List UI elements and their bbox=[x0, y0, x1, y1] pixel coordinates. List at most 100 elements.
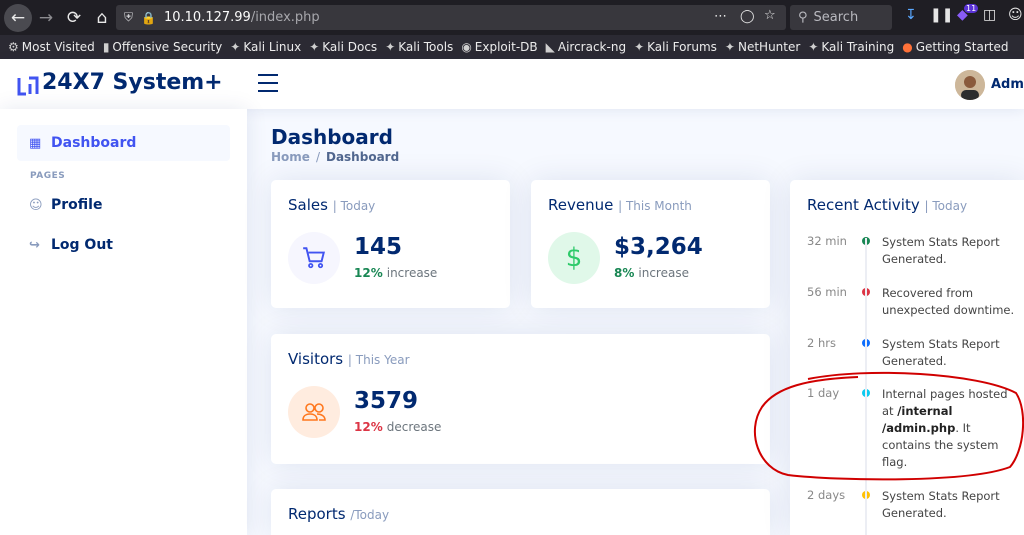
sales-card: Sales | Today 145 12% increase bbox=[271, 180, 510, 308]
reload-button[interactable]: ⟳ bbox=[60, 4, 88, 32]
sidebar-item-label: Profile bbox=[51, 197, 103, 213]
app-header: 24X7 System+ Admi bbox=[0, 59, 1024, 109]
bookmark-item[interactable]: ✦ Kali Training bbox=[808, 40, 894, 54]
account-icon[interactable]: ☺ bbox=[1008, 7, 1023, 23]
download-icon[interactable]: ↧ bbox=[905, 7, 917, 23]
activity-time: 2 hrs bbox=[807, 336, 836, 350]
bookmark-item[interactable]: ✦ NetHunter bbox=[725, 40, 800, 54]
sidebar-item-dashboard[interactable]: ▦ Dashboard bbox=[17, 125, 230, 161]
search-input[interactable]: ⚲ Search bbox=[790, 5, 892, 30]
visitors-change: 12% decrease bbox=[354, 420, 441, 434]
back-button[interactable]: ← bbox=[4, 3, 32, 32]
search-icon: ⚲ bbox=[798, 10, 808, 25]
bookmarks-bar: ⚙ Most Visited ▮ Offensive Security ✦ Kali Li… bbox=[0, 35, 1024, 59]
bookmark-label: Kali Forums bbox=[647, 40, 717, 54]
visitors-trend: decrease bbox=[386, 420, 442, 434]
kali-icon: ✦ bbox=[230, 40, 241, 54]
card-title: Sales | Today bbox=[288, 196, 375, 214]
sales-change: 12% increase bbox=[354, 266, 437, 280]
breadcrumb-home[interactable]: Home bbox=[271, 150, 310, 164]
sidebar-item-profile[interactable]: ☺ Profile bbox=[17, 187, 230, 223]
card-subtitle: | This Month bbox=[618, 199, 692, 213]
url-bar[interactable]: ⛨ 🔒 10.10.127.99/index.php ⋯ ◯ ☆ bbox=[116, 5, 786, 30]
bookmark-item[interactable]: ◉ Exploit-DB bbox=[461, 40, 537, 54]
breadcrumb-separator: / bbox=[315, 150, 320, 164]
bookmark-label: Kali Docs bbox=[322, 40, 378, 54]
logout-icon: ↪ bbox=[29, 237, 40, 253]
card-title: Visitors | This Year bbox=[288, 350, 410, 368]
activity-time: 2 days bbox=[807, 488, 846, 502]
card-title-text: Revenue bbox=[548, 196, 614, 214]
sales-value: 145 bbox=[354, 234, 403, 260]
offsec-icon: ▮ bbox=[102, 40, 110, 54]
sidebar-item-label: Dashboard bbox=[51, 135, 137, 151]
card-title: Reports /Today bbox=[288, 505, 389, 523]
pocket-icon[interactable]: ◯ bbox=[740, 9, 755, 24]
reload-icon: ⟳ bbox=[66, 7, 82, 28]
gear-icon: ⚙ bbox=[8, 40, 19, 54]
logo-icon bbox=[17, 76, 39, 96]
revenue-change: 8% increase bbox=[614, 266, 689, 280]
bookmark-item[interactable]: ✦ Kali Linux bbox=[230, 40, 301, 54]
library-icon[interactable]: ❚❚ bbox=[930, 7, 953, 23]
aircrack-icon: ◣ bbox=[545, 40, 555, 54]
home-button[interactable]: ⌂ bbox=[88, 4, 116, 32]
sidebar-item-logout[interactable]: ↪ Log Out bbox=[17, 227, 230, 263]
revenue-pct: 8% bbox=[614, 266, 635, 280]
url-host: 10.10.127.99 bbox=[163, 10, 251, 25]
more-icon[interactable]: ⋯ bbox=[714, 9, 727, 24]
reports-card: Reports /Today bbox=[271, 489, 770, 535]
bookmark-label: Most Visited bbox=[21, 40, 95, 54]
bookmark-label: Aircrack-ng bbox=[557, 40, 627, 54]
firefox-icon: ● bbox=[902, 40, 913, 54]
revenue-value: $3,264 bbox=[614, 234, 703, 260]
bookmark-item[interactable]: ✦ Kali Tools bbox=[385, 40, 453, 54]
avatar[interactable] bbox=[955, 70, 985, 100]
bookmark-item[interactable]: ✦ Kali Forums bbox=[634, 40, 717, 54]
menu-toggle-icon[interactable] bbox=[258, 74, 278, 98]
bookmark-item[interactable]: ● Getting Started bbox=[902, 40, 1008, 54]
bookmark-item[interactable]: ⚙ Most Visited bbox=[8, 40, 95, 54]
bookmark-label: Exploit-DB bbox=[474, 40, 538, 54]
page-title: Dashboard bbox=[271, 125, 393, 149]
url-path: /index.php bbox=[250, 10, 320, 25]
people-icon bbox=[288, 386, 340, 438]
bookmark-item[interactable]: ✦ Kali Docs bbox=[309, 40, 377, 54]
exploitdb-icon: ◉ bbox=[461, 40, 472, 54]
visitors-value: 3579 bbox=[354, 388, 419, 414]
sidebar: ▦ Dashboard PAGES ☺ Profile ↪ Log Out bbox=[0, 109, 247, 535]
bookmark-item[interactable]: ▮ Offensive Security bbox=[103, 40, 222, 54]
card-title-text: Visitors bbox=[288, 350, 344, 368]
star-icon[interactable]: ☆ bbox=[764, 8, 776, 23]
kali-icon: ✦ bbox=[808, 40, 819, 54]
search-placeholder: Search bbox=[813, 10, 859, 25]
revenue-card: Revenue | This Month $ $3,264 8% increase bbox=[531, 180, 770, 308]
bookmark-label: Kali Linux bbox=[243, 40, 302, 54]
forward-button[interactable]: → bbox=[32, 4, 60, 32]
kali-icon: ✦ bbox=[309, 40, 320, 54]
activity-text: Internal pages hosted at /internal /admi… bbox=[882, 386, 1020, 471]
activity-text: System Stats Report Generated. bbox=[882, 337, 1000, 368]
bookmark-label: Getting Started bbox=[915, 40, 1009, 54]
notification-badge: 11 bbox=[964, 4, 979, 13]
logo-text[interactable]: 24X7 System+ bbox=[42, 70, 223, 95]
bookmark-label: Offensive Security bbox=[112, 40, 223, 54]
user-name[interactable]: Admi bbox=[991, 77, 1024, 92]
breadcrumb-current: Dashboard bbox=[325, 150, 400, 164]
grid-icon: ▦ bbox=[29, 135, 42, 151]
card-subtitle: /Today bbox=[350, 508, 390, 522]
activity-text: Recovered from unexpected downtime. bbox=[882, 286, 1015, 317]
visitors-card: Visitors | This Year 3579 12% decrease bbox=[271, 334, 770, 464]
card-subtitle: | This Year bbox=[347, 353, 410, 367]
kali-icon: ✦ bbox=[724, 40, 735, 54]
sidebar-toggle-icon[interactable]: ◫ bbox=[983, 7, 996, 23]
bookmark-item[interactable]: ◣ Aircrack-ng bbox=[546, 40, 626, 54]
bookmark-label: Kali Training bbox=[821, 40, 895, 54]
revenue-trend: increase bbox=[638, 266, 689, 280]
card-subtitle: | Today bbox=[332, 199, 376, 213]
cart-icon bbox=[288, 232, 340, 284]
dollar-icon: $ bbox=[548, 232, 600, 284]
card-title: Revenue | This Month bbox=[548, 196, 692, 214]
breadcrumb: Home / Dashboard bbox=[271, 150, 399, 164]
sales-trend: increase bbox=[386, 266, 438, 280]
